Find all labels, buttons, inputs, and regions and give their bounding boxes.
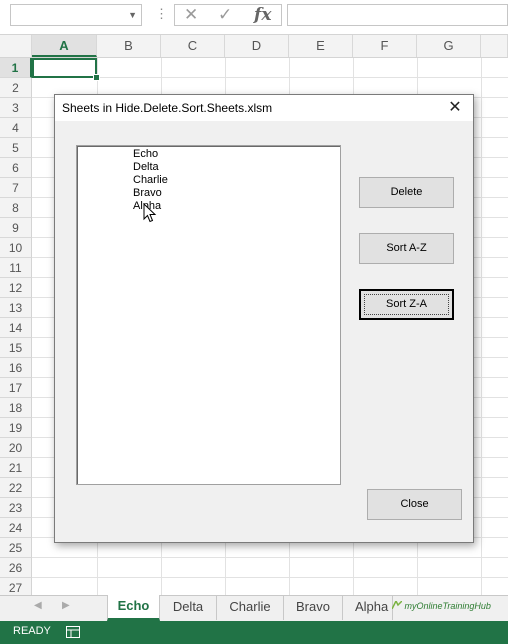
column-header-h[interactable] [481, 35, 508, 57]
close-button[interactable]: Close [367, 489, 462, 520]
delete-button[interactable]: Delete [359, 177, 454, 208]
watermark: myOnlineTrainingHub [392, 601, 491, 611]
select-all-corner[interactable] [0, 35, 32, 57]
sheet-listbox[interactable]: Echo Delta Charlie Bravo Alpha [76, 145, 341, 485]
dialog-titlebar[interactable]: Sheets in Hide.Delete.Sort.Sheets.xlsm ✕ [55, 95, 473, 121]
column-header-d[interactable]: D [225, 35, 289, 57]
row-header[interactable]: 9 [0, 218, 32, 238]
sheets-dialog: Sheets in Hide.Delete.Sort.Sheets.xlsm ✕… [54, 94, 474, 543]
list-item[interactable]: Bravo [133, 187, 162, 200]
tab-scroll-right-icon[interactable]: ▶ [62, 600, 70, 611]
row-header[interactable]: 26 [0, 558, 32, 578]
sheet-tab-echo[interactable]: Echo [107, 595, 160, 621]
row-header[interactable]: 25 [0, 538, 32, 558]
chevron-down-icon[interactable]: ▼ [128, 10, 137, 20]
insert-function-icon[interactable]: fx [254, 5, 271, 25]
row-header[interactable]: 18 [0, 398, 32, 418]
status-bar: READY [0, 621, 508, 644]
row-header[interactable]: 11 [0, 258, 32, 278]
column-header-b[interactable]: B [97, 35, 161, 57]
row-header[interactable]: 16 [0, 358, 32, 378]
row-header[interactable]: 20 [0, 438, 32, 458]
row-header[interactable]: 21 [0, 458, 32, 478]
row-header[interactable]: 6 [0, 158, 32, 178]
formula-bar: ▼ ⋮ ✕ ✓ fx [0, 0, 508, 35]
row-header[interactable]: 19 [0, 418, 32, 438]
row-header[interactable]: 2 [0, 78, 32, 98]
row-header[interactable]: 7 [0, 178, 32, 198]
macro-recording-icon[interactable] [66, 626, 80, 638]
column-header-g[interactable]: G [417, 35, 481, 57]
status-ready: READY [13, 625, 51, 637]
list-item[interactable]: Charlie [133, 174, 168, 187]
column-header-e[interactable]: E [289, 35, 353, 57]
row-header[interactable]: 13 [0, 298, 32, 318]
cancel-icon[interactable]: ✕ [184, 5, 198, 25]
row-header[interactable]: 1 [0, 58, 32, 78]
column-header-f[interactable]: F [353, 35, 417, 57]
row-header[interactable]: 24 [0, 518, 32, 538]
row-header[interactable]: 15 [0, 338, 32, 358]
row-header[interactable]: 27 [0, 578, 32, 595]
sheet-tab-bar: ◀ ▶ Echo Delta Charlie Bravo Alpha myOnl… [0, 595, 508, 622]
close-icon[interactable]: ✕ [443, 96, 467, 120]
row-header[interactable]: 14 [0, 318, 32, 338]
row-header[interactable]: 8 [0, 198, 32, 218]
list-item[interactable]: Echo [133, 148, 158, 161]
sheet-tab-bravo[interactable]: Bravo [284, 596, 343, 620]
sort-az-button[interactable]: Sort A-Z [359, 233, 454, 264]
row-header[interactable]: 12 [0, 278, 32, 298]
watermark-text: myOnlineTrainingHub [404, 601, 491, 611]
gridline [32, 577, 508, 578]
mouse-pointer-icon [143, 203, 157, 223]
row-header[interactable]: 22 [0, 478, 32, 498]
active-cell-a1[interactable] [32, 58, 97, 78]
sheet-tab-charlie[interactable]: Charlie [217, 596, 284, 620]
column-headers: A B C D E F G [0, 35, 508, 58]
row-header[interactable]: 23 [0, 498, 32, 518]
sheet-tab-delta[interactable]: Delta [160, 596, 217, 620]
tab-scroll-left-icon[interactable]: ◀ [34, 600, 42, 611]
formula-bar-splitter-icon[interactable]: ⋮ [155, 6, 168, 22]
sort-za-button[interactable]: Sort Z-A [359, 289, 454, 320]
column-header-a[interactable]: A [32, 35, 97, 57]
row-header[interactable]: 17 [0, 378, 32, 398]
gridline [32, 77, 508, 78]
fill-handle[interactable] [93, 74, 100, 81]
row-header[interactable]: 10 [0, 238, 32, 258]
name-box[interactable]: ▼ [10, 4, 142, 26]
list-item[interactable]: Delta [133, 161, 159, 174]
row-header[interactable]: 4 [0, 118, 32, 138]
row-header[interactable]: 3 [0, 98, 32, 118]
row-header[interactable]: 5 [0, 138, 32, 158]
watermark-logo-icon [392, 601, 402, 609]
formula-buttons: ✕ ✓ fx [174, 4, 282, 26]
gridline [32, 557, 508, 558]
column-header-c[interactable]: C [161, 35, 225, 57]
sheet-tab-alpha[interactable]: Alpha [343, 596, 393, 620]
dialog-title: Sheets in Hide.Delete.Sort.Sheets.xlsm [62, 101, 273, 115]
enter-icon[interactable]: ✓ [218, 5, 232, 25]
formula-input[interactable] [287, 4, 508, 26]
